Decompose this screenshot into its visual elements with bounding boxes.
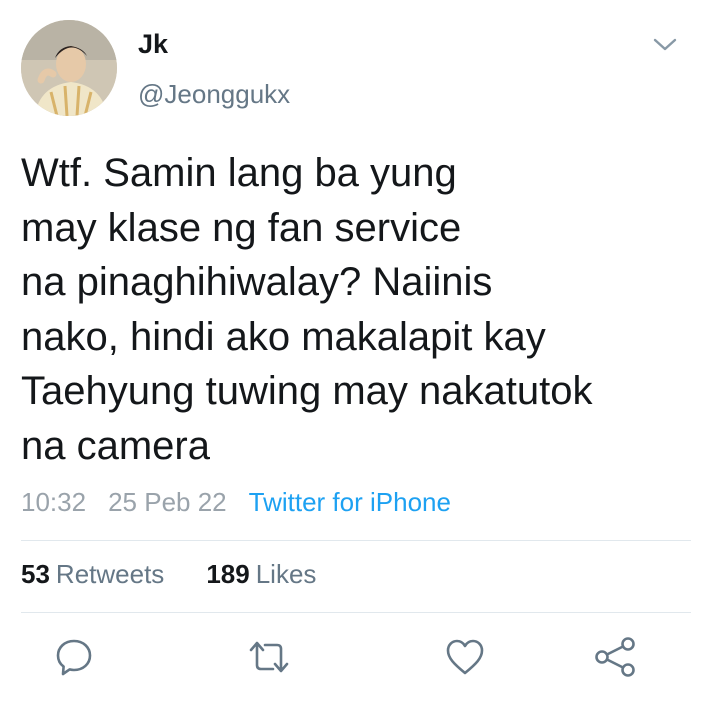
tweet-source-link[interactable]: Twitter for iPhone: [249, 487, 451, 518]
likes-label: Likes: [255, 558, 317, 589]
share-button[interactable]: [592, 634, 638, 680]
tweet-metadata: 10:32 25 Peb 22 Twitter for iPhone: [21, 484, 451, 520]
divider: [21, 612, 691, 613]
tweet-text-line: Taehyung tuwing may nakatutok: [21, 369, 593, 413]
retweets-count: 53: [21, 558, 50, 589]
likes-stat[interactable]: 189 Likes: [206, 559, 316, 590]
tweet-text-line: may klase ng fan service: [21, 205, 462, 250]
retweets-label: Retweets: [55, 558, 165, 589]
tweet-time: 10:32: [21, 486, 87, 517]
chevron-down-icon: [653, 38, 677, 51]
tweet-text-line: na pinaghihiwalay? Naiinis: [21, 260, 493, 304]
reply-button[interactable]: [51, 634, 97, 680]
tweet-text: Wtf. Samin lang ba yung may klase ng fan…: [21, 146, 691, 473]
like-button[interactable]: [442, 634, 488, 680]
user-handle[interactable]: @Jeonggukx: [138, 78, 290, 110]
like-icon: [446, 639, 484, 675]
likes-count: 189: [206, 558, 250, 589]
engagement-stats: 53 Retweets 189 Likes: [21, 556, 316, 592]
share-icon: [595, 637, 635, 677]
retweets-stat[interactable]: 53 Retweets: [21, 559, 164, 590]
tweet-text-line: nako, hindi ako makalapit kay: [21, 314, 546, 359]
tweet-text-line: Wtf. Samin lang ba yung: [21, 151, 457, 195]
more-options-button[interactable]: [648, 30, 682, 60]
reply-icon: [56, 639, 92, 676]
retweet-icon: [249, 641, 289, 673]
avatar[interactable]: [21, 20, 117, 116]
tweet-date: 25 Peb 22: [108, 486, 227, 517]
profile-photo-icon: [21, 20, 117, 116]
tweet-text-line: na camera: [21, 423, 210, 468]
divider: [21, 540, 691, 541]
display-name[interactable]: Jk: [138, 28, 168, 60]
retweet-button[interactable]: [246, 634, 292, 680]
